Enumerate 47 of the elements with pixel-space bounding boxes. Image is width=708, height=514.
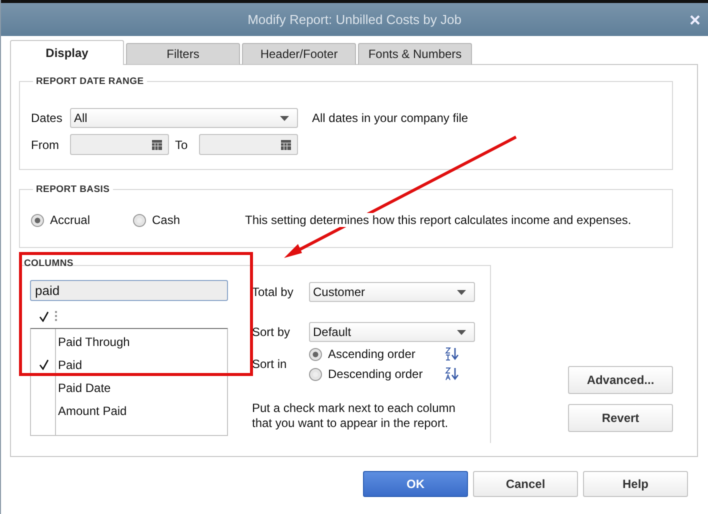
- dropdown-caret-icon: [280, 116, 289, 120]
- dropdown-caret-icon: [457, 290, 466, 294]
- column-item[interactable]: Paid: [56, 358, 82, 372]
- sort-descending-icon[interactable]: [445, 367, 459, 381]
- to-date-field[interactable]: [199, 134, 298, 155]
- footer-button[interactable]: Cancel: [473, 471, 578, 497]
- radio-button[interactable]: Cash: [133, 213, 239, 227]
- group-heading: REPORT DATE RANGE: [35, 76, 145, 87]
- total-by-dropdown[interactable]: Customer: [309, 282, 475, 302]
- basis-note: This setting determines how this report calculates income and expenses.: [245, 213, 632, 227]
- tab[interactable]: Display: [10, 40, 124, 65]
- dates-dropdown[interactable]: All: [70, 108, 298, 128]
- column-item[interactable]: Paid Date: [56, 380, 111, 394]
- side-button[interactable]: Revert: [568, 404, 673, 432]
- from-date-field[interactable]: [70, 134, 169, 155]
- field-label: Sort by: [252, 325, 292, 339]
- footer-button[interactable]: OK: [363, 471, 468, 497]
- check-icon[interactable]: [38, 359, 48, 370]
- tab[interactable]: Fonts & Numbers: [358, 43, 472, 65]
- column-search-field[interactable]: paid: [30, 280, 228, 301]
- check-column-icon: [39, 310, 49, 322]
- field-label: From: [31, 138, 60, 152]
- field-label: Sort in: [252, 357, 288, 371]
- tab[interactable]: Header/Footer: [242, 43, 356, 65]
- footer-button[interactable]: Help: [583, 471, 688, 497]
- sort-ascending-icon[interactable]: [445, 347, 459, 361]
- field-label: Total by: [252, 285, 294, 299]
- radio-button[interactable]: Descending order: [309, 367, 423, 381]
- field-label: To: [175, 138, 189, 152]
- radio-button[interactable]: Ascending order: [309, 347, 416, 361]
- field-label: Dates: [31, 111, 64, 125]
- dropdown-caret-icon: [457, 330, 466, 334]
- calendar-icon[interactable]: [152, 140, 162, 150]
- side-button[interactable]: Advanced...: [568, 366, 673, 394]
- group-heading: COLUMNS: [23, 258, 74, 269]
- calendar-icon[interactable]: [281, 140, 291, 150]
- column-item[interactable]: Paid Through: [56, 334, 130, 348]
- window-title: Modify Report: Unbilled Costs by Job: [248, 12, 462, 27]
- close-icon[interactable]: [690, 15, 700, 25]
- dates-note: All dates in your company file: [312, 111, 468, 125]
- sort-by-dropdown[interactable]: Default: [309, 322, 475, 342]
- group-heading: REPORT BASIS: [35, 184, 111, 195]
- columns-hint: Put a check mark next to each column that you want to appear in the report.: [252, 401, 456, 431]
- tab[interactable]: Filters: [126, 43, 240, 65]
- column-divider-icon: [55, 310, 57, 322]
- column-item[interactable]: Amount Paid: [56, 404, 127, 418]
- radio-button[interactable]: Accrual: [31, 213, 127, 227]
